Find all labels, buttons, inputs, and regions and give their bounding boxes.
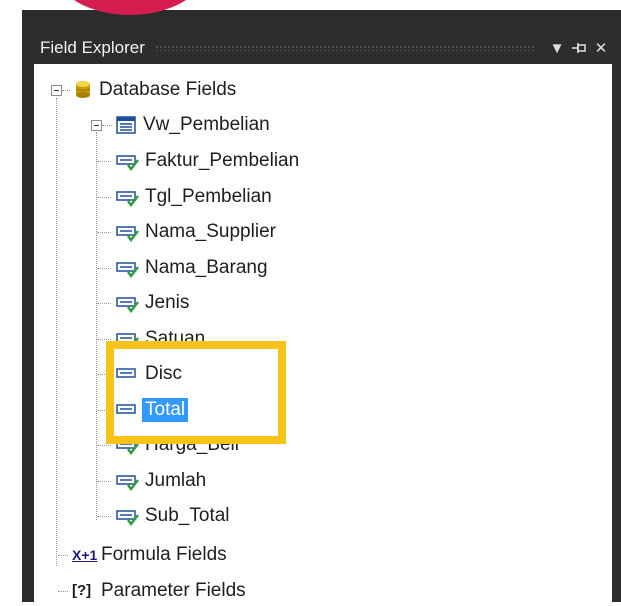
field-item[interactable]: Jenis xyxy=(114,288,192,318)
tree-line xyxy=(96,132,97,520)
tree-line xyxy=(102,125,112,126)
field-linked-icon xyxy=(114,186,140,208)
panel-title: Field Explorer xyxy=(40,38,145,57)
tree-node-label: Vw_Pembelian xyxy=(143,114,270,135)
collapse-toggle[interactable] xyxy=(51,85,62,96)
field-item-label: Jenis xyxy=(145,292,190,313)
field-linked-icon xyxy=(114,470,140,492)
field-item[interactable]: Faktur_Pembelian xyxy=(114,146,302,176)
tree-node-view[interactable]: Vw_Pembelian xyxy=(116,110,273,140)
field-item[interactable]: Sub_Total xyxy=(114,501,233,531)
tree-node-label: Formula Fields xyxy=(101,544,227,565)
drag-grip[interactable] xyxy=(154,45,536,51)
window-frame-right xyxy=(612,30,621,602)
field-linked-icon xyxy=(114,292,140,314)
window-frame-left xyxy=(22,30,34,602)
tree-line xyxy=(97,516,111,517)
dropdown-arrow-icon[interactable]: ▼ xyxy=(546,40,568,57)
field-linked-icon xyxy=(114,257,140,279)
tree-line xyxy=(97,232,111,233)
formula-icon: X+1 xyxy=(72,547,98,563)
field-tree: Database Fields Vw_Pembelian Faktur_Pemb… xyxy=(34,64,612,602)
tree-line xyxy=(97,445,111,446)
pin-icon[interactable] xyxy=(568,42,590,54)
tree-line xyxy=(97,481,111,482)
field-item-label: Jumlah xyxy=(145,470,207,491)
collapse-toggle[interactable] xyxy=(91,120,102,131)
field-linked-icon xyxy=(114,150,140,172)
field-item-label: Sub_Total xyxy=(145,505,230,526)
field-item[interactable]: Tgl_Pembelian xyxy=(114,182,275,212)
tree-line xyxy=(97,339,111,340)
tree-node-label: Database Fields xyxy=(99,79,237,100)
tree-line xyxy=(97,268,111,269)
field-item[interactable]: Nama_Supplier xyxy=(114,217,279,247)
tree-line xyxy=(62,90,70,91)
tree-node-formula-fields[interactable]: X+1 Formula Fields xyxy=(72,540,230,570)
field-linked-icon xyxy=(114,221,140,243)
field-item-label: Faktur_Pembelian xyxy=(145,150,300,171)
close-icon[interactable]: ✕ xyxy=(590,39,612,57)
database-icon xyxy=(74,79,94,101)
field-item-label: Nama_Supplier xyxy=(145,221,276,242)
field-item-label: Nama_Barang xyxy=(145,257,268,278)
panel-titlebar[interactable]: Field Explorer ▼ ✕ xyxy=(34,32,612,64)
tree-line xyxy=(97,161,111,162)
tree-line xyxy=(58,591,68,592)
field-item[interactable]: Nama_Barang xyxy=(114,253,271,283)
highlight-box xyxy=(106,341,286,444)
field-linked-icon xyxy=(114,505,140,527)
tree-node-database-fields[interactable]: Database Fields xyxy=(74,75,239,105)
tree-line xyxy=(56,98,57,566)
table-view-icon xyxy=(116,114,138,136)
parameter-icon: [?] xyxy=(72,582,92,599)
field-item-label: Tgl_Pembelian xyxy=(145,186,272,207)
tree-line xyxy=(58,555,68,556)
field-item[interactable]: Jumlah xyxy=(114,466,209,496)
tree-node-label: Parameter Fields xyxy=(101,580,246,601)
tree-line xyxy=(97,303,111,304)
tree-line xyxy=(97,197,111,198)
